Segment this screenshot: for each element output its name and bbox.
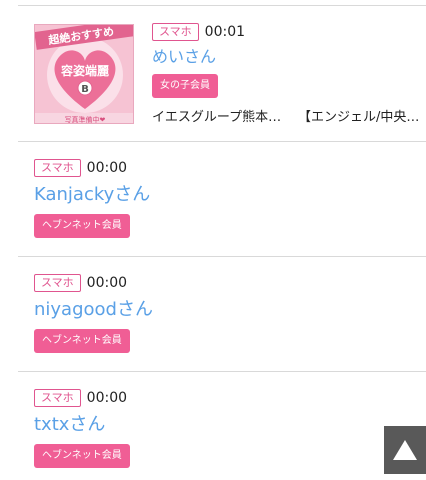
thumb-footer-text: 写真準備中❤ bbox=[65, 115, 106, 124]
list-item[interactable]: スマホ 00:00 txtxさん ヘブンネット会員 bbox=[34, 388, 374, 468]
member-type-badge: 女の子会員 bbox=[152, 74, 218, 98]
list-item[interactable]: スマホ 00:00 Kanjackyさん ヘブンネット会員 bbox=[34, 158, 414, 238]
device-badge: スマホ bbox=[34, 389, 81, 407]
divider bbox=[18, 141, 426, 142]
member-name-link[interactable]: txtxさん bbox=[34, 414, 374, 436]
member-name-link[interactable]: Kanjackyさん bbox=[34, 184, 414, 206]
device-badge: スマホ bbox=[34, 159, 81, 177]
thumb-heart-text: 容姿端麗 bbox=[60, 63, 109, 78]
scroll-to-top-button[interactable] bbox=[384, 426, 426, 474]
list-item[interactable]: スマホ 00:01 めいさん 女の子会員 イエスグループ熊本… 【エンジェル/中… bbox=[152, 22, 426, 125]
member-name-link[interactable]: めいさん bbox=[152, 46, 426, 68]
triangle-up-icon bbox=[393, 440, 417, 460]
member-type-badge: ヘブンネット会員 bbox=[34, 444, 130, 468]
thumbnail-image: 超絶おすすめ 容姿端麗 B 写真準備中❤ bbox=[35, 25, 133, 124]
device-badge: スマホ bbox=[152, 23, 199, 41]
access-time: 00:00 bbox=[86, 160, 128, 176]
shop-area[interactable]: 【エンジェル/中央… bbox=[298, 106, 419, 125]
divider bbox=[18, 371, 426, 372]
thumb-cup-text: B bbox=[81, 84, 89, 95]
member-type-badge: ヘブンネット会員 bbox=[34, 329, 130, 353]
profile-thumbnail[interactable]: 超絶おすすめ 容姿端麗 B 写真準備中❤ bbox=[34, 24, 134, 124]
access-time: 00:00 bbox=[86, 390, 128, 406]
access-time: 00:00 bbox=[86, 275, 128, 291]
device-badge: スマホ bbox=[34, 274, 81, 292]
list-item[interactable]: スマホ 00:00 niyagoodさん ヘブンネット会員 bbox=[34, 273, 414, 353]
divider bbox=[18, 5, 426, 6]
shop-name[interactable]: イエスグループ熊本… bbox=[152, 106, 292, 125]
member-type-badge: ヘブンネット会員 bbox=[34, 214, 130, 238]
member-name-link[interactable]: niyagoodさん bbox=[34, 299, 414, 321]
access-time: 00:01 bbox=[204, 24, 246, 40]
divider bbox=[18, 256, 426, 257]
access-list: 超絶おすすめ 容姿端麗 B 写真準備中❤ スマホ 00:01 めいさん 女の子会… bbox=[0, 0, 426, 480]
